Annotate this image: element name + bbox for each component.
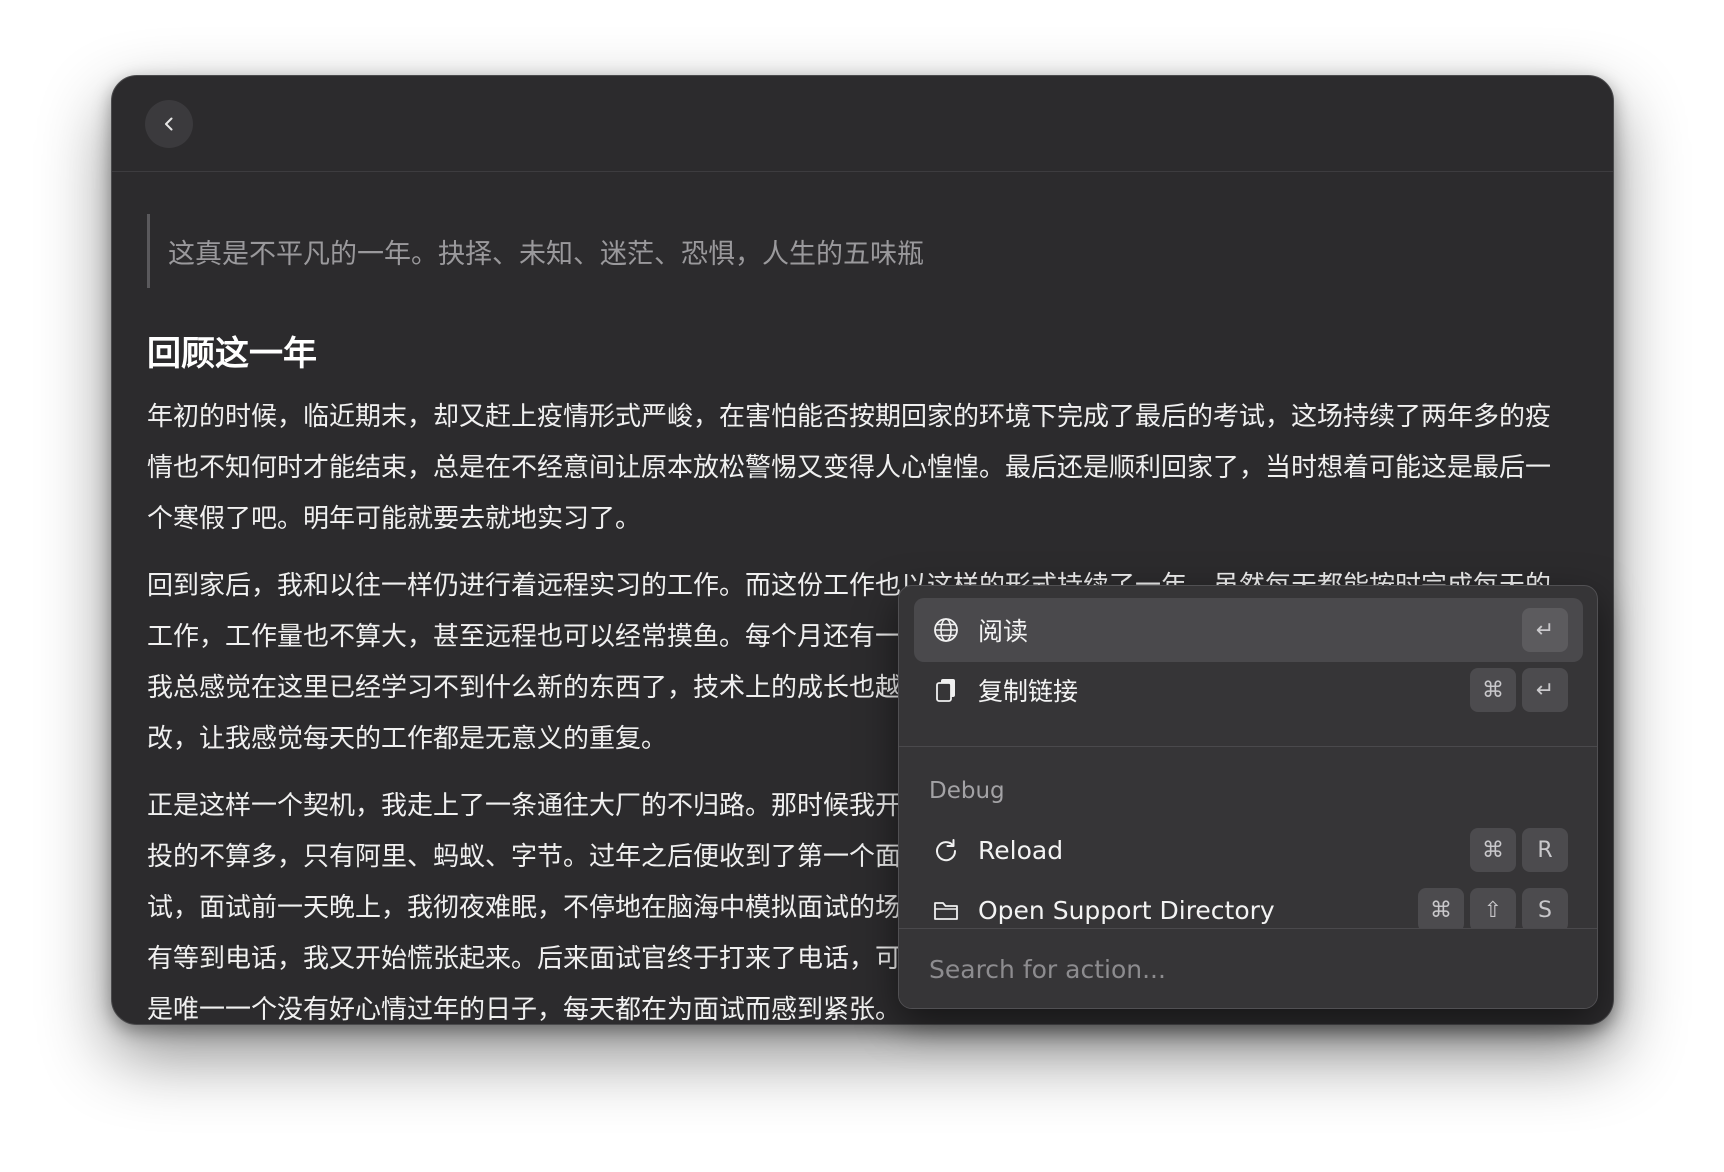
section-title-debug: Debug bbox=[929, 778, 1005, 804]
folder-icon bbox=[931, 895, 961, 925]
search-bar bbox=[899, 928, 1597, 1008]
chevron-left-icon bbox=[165, 117, 173, 131]
paragraph: 年初的时候，临近期末，却又赶上疫情形式严峻，在害怕能否按期回家的环境下完成了最后… bbox=[147, 402, 1552, 534]
action-label: 阅读 bbox=[978, 617, 1029, 646]
shortcut: ⌘ ⇧ S bbox=[1418, 888, 1568, 928]
action-reload[interactable]: Reload ⌘ R bbox=[914, 818, 1583, 882]
action-list: 阅读 ↵ 复制链接 ⌘ ↵ Debug Reload ⌘ R Open Supp… bbox=[899, 586, 1597, 928]
search-input[interactable] bbox=[929, 949, 1569, 989]
action-copy-link[interactable]: 复制链接 ⌘ ↵ bbox=[914, 658, 1583, 722]
key-r: R bbox=[1522, 828, 1568, 872]
key-command: ⌘ bbox=[1470, 828, 1516, 872]
key-enter: ↵ bbox=[1522, 608, 1568, 652]
action-label: Reload bbox=[978, 835, 1064, 865]
copy-icon bbox=[931, 675, 961, 705]
action-label: Open Support Directory bbox=[978, 895, 1275, 925]
key-s: S bbox=[1522, 888, 1568, 928]
key-shift: ⇧ bbox=[1470, 888, 1516, 928]
shortcut: ⌘ ↵ bbox=[1470, 668, 1568, 712]
action-read[interactable]: 阅读 ↵ bbox=[914, 598, 1583, 662]
back-button[interactable] bbox=[145, 100, 193, 148]
shortcut: ⌘ R bbox=[1470, 828, 1568, 872]
quote-text: 这真是不平凡的一年。抉择、未知、迷茫、恐惧，人生的五味瓶 bbox=[168, 238, 924, 270]
toolbar bbox=[112, 76, 1613, 172]
section-heading: 回顾这一年 bbox=[147, 334, 317, 374]
action-label: 复制链接 bbox=[978, 677, 1079, 706]
action-open-support-directory[interactable]: Open Support Directory ⌘ ⇧ S bbox=[914, 878, 1583, 928]
key-command: ⌘ bbox=[1470, 668, 1516, 712]
key-enter: ↵ bbox=[1522, 668, 1568, 712]
reload-icon bbox=[931, 835, 961, 865]
shortcut: ↵ bbox=[1522, 608, 1568, 652]
key-command: ⌘ bbox=[1418, 888, 1464, 928]
action-panel: 阅读 ↵ 复制链接 ⌘ ↵ Debug Reload ⌘ R Open Supp… bbox=[898, 585, 1598, 1009]
globe-icon bbox=[931, 615, 961, 645]
section-divider bbox=[899, 746, 1597, 747]
blockquote: 这真是不平凡的一年。抉择、未知、迷茫、恐惧，人生的五味瓶 bbox=[147, 214, 1567, 288]
